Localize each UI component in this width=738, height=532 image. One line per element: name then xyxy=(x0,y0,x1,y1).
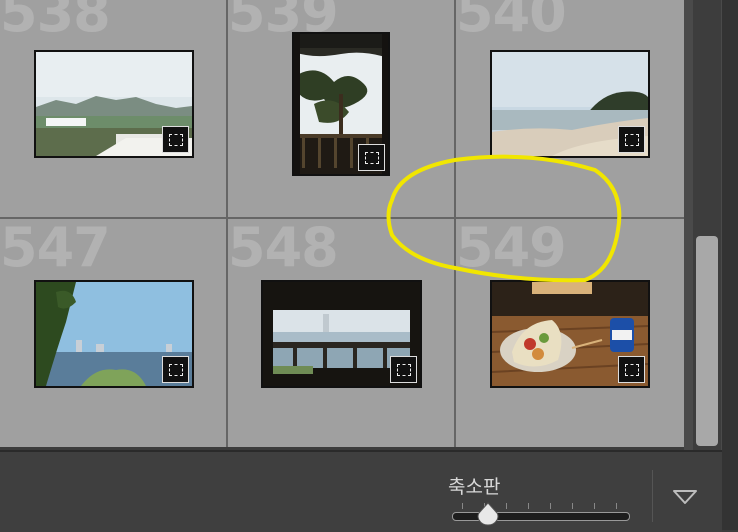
toolbar-divider xyxy=(652,470,653,522)
crop-frame-icon[interactable] xyxy=(390,356,417,383)
grid-cell-548[interactable]: 548 xyxy=(228,219,454,447)
panel-edge xyxy=(722,0,738,530)
cell-number: 549 xyxy=(456,219,567,279)
crop-frame-icon[interactable] xyxy=(358,144,385,171)
cell-number: 547 xyxy=(0,219,111,279)
slider-tick xyxy=(594,503,595,509)
thumbnail-538[interactable] xyxy=(34,50,194,158)
slider-tick xyxy=(462,503,463,509)
thumbnail-grid: 538 539 540 547 548 549 xyxy=(0,0,684,447)
grid-cell-540[interactable]: 540 xyxy=(456,0,684,217)
thumbnail-547[interactable] xyxy=(34,280,194,388)
thumbnail-size-label: 축소판 xyxy=(448,476,501,498)
thumbnail-540[interactable] xyxy=(490,50,650,158)
crop-frame-icon[interactable] xyxy=(162,126,189,153)
slider-tick xyxy=(528,503,529,509)
crop-frame-icon[interactable] xyxy=(618,126,645,153)
crop-frame-icon[interactable] xyxy=(618,356,645,383)
grid-cell-539[interactable]: 539 xyxy=(228,0,454,217)
slider-tick xyxy=(550,503,551,509)
slider-knob[interactable] xyxy=(477,502,499,526)
grid-cell-549[interactable]: 549 xyxy=(456,219,684,447)
grid-cell-547[interactable]: 547 xyxy=(0,219,226,447)
slider-tick xyxy=(616,503,617,509)
grid-cell-538[interactable]: 538 xyxy=(0,0,226,217)
crop-frame-icon[interactable] xyxy=(162,356,189,383)
cell-number: 538 xyxy=(0,0,111,44)
thumbnail-539[interactable] xyxy=(292,32,390,176)
thumbnail-548[interactable] xyxy=(261,280,422,388)
slider-tick xyxy=(572,503,573,509)
slider-tick xyxy=(506,503,507,509)
scrollbar-thumb[interactable] xyxy=(696,236,718,446)
thumbnail-549[interactable] xyxy=(490,280,650,388)
triangle-down-icon[interactable] xyxy=(672,488,698,506)
cell-number: 540 xyxy=(456,0,567,44)
cell-number: 548 xyxy=(228,219,339,279)
